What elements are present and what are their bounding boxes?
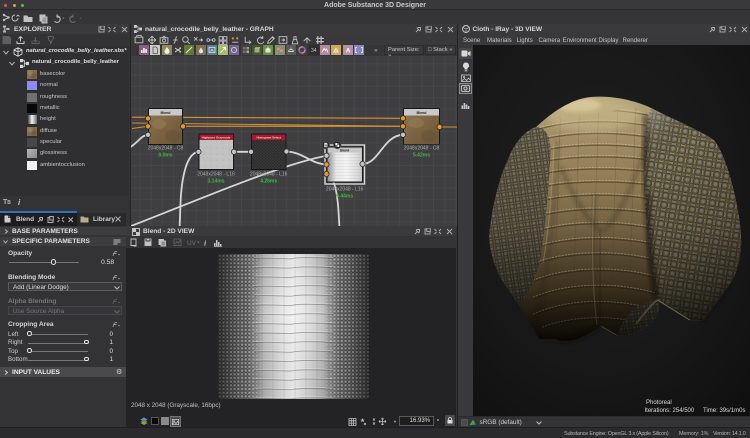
svg-text:Histogram Select: Histogram Select bbox=[256, 136, 281, 140]
svg-text:Highpass Grayscale: Highpass Grayscale bbox=[202, 136, 231, 140]
svg-text:0.0ms: 0.0ms bbox=[158, 153, 172, 159]
svg-text:A: A bbox=[335, 48, 338, 53]
svg-text:34: 34 bbox=[311, 48, 317, 54]
svg-text:2048x2048 - L16: 2048x2048 - L16 bbox=[197, 172, 235, 178]
svg-text:Time: 39s/1m0s: Time: 39s/1m0s bbox=[703, 408, 745, 414]
svg-text:Blend: Blend bbox=[161, 111, 171, 115]
svg-text:2048x2048 - C8: 2048x2048 - C8 bbox=[148, 146, 184, 152]
svg-text:3.14ms: 3.14ms bbox=[208, 179, 225, 185]
svg-text:2048x2048 - L16: 2048x2048 - L16 bbox=[250, 172, 288, 178]
svg-text:Blend: Blend bbox=[340, 148, 349, 152]
svg-text:Photoreal: Photoreal bbox=[646, 400, 672, 406]
svg-text:5.42ms: 5.42ms bbox=[413, 153, 430, 159]
svg-text:UV: UV bbox=[187, 240, 197, 247]
svg-text:4.26ms: 4.26ms bbox=[260, 179, 277, 185]
svg-text:2048x2048 - L16: 2048x2048 - L16 bbox=[326, 187, 364, 193]
svg-text:Iterations: 254/500: Iterations: 254/500 bbox=[645, 408, 695, 414]
svg-text:i: i bbox=[204, 239, 207, 248]
svg-text:Blend: Blend bbox=[417, 111, 427, 115]
svg-text:A: A bbox=[345, 48, 350, 55]
svg-text:2048x2048 - C8: 2048x2048 - C8 bbox=[404, 146, 440, 152]
svg-text:6.44ms: 6.44ms bbox=[336, 194, 353, 200]
